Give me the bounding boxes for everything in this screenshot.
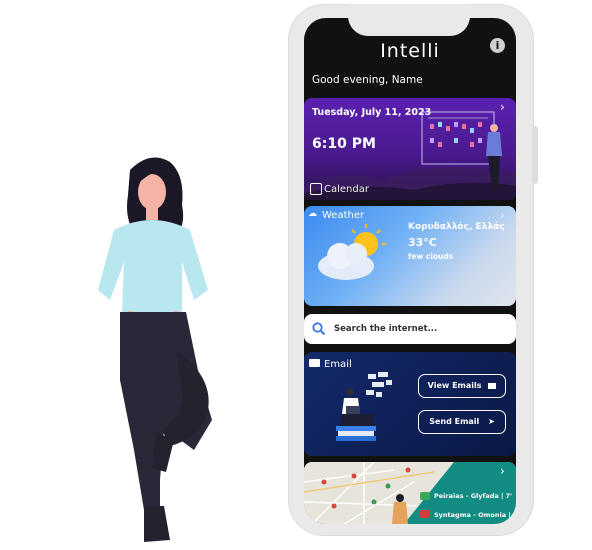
weather-description: few clouds xyxy=(408,252,454,261)
calendar-date: Tuesday, July 11, 2023 xyxy=(312,107,432,118)
send-email-button[interactable]: Send Email ➤ xyxy=(418,410,506,434)
chevron-right-icon[interactable]: › xyxy=(500,208,505,222)
mail-icon xyxy=(488,382,497,389)
send-email-label: Send Email xyxy=(429,417,480,426)
phone-notch xyxy=(348,4,470,36)
email-label: Email xyxy=(324,359,352,370)
weather-small-icon: ☁ xyxy=(308,209,317,219)
weather-temperature: 33°C xyxy=(408,236,437,249)
info-icon[interactable]: i xyxy=(490,38,505,53)
transit-map-card[interactable]: Peiraias - Glyfada | 7' Syntagma - Omoni… xyxy=(304,462,516,524)
weather-location: Κορυδαλλός, Ελλάς xyxy=(408,222,505,232)
calendar-icon xyxy=(310,183,322,195)
search-input[interactable]: Search the internet... xyxy=(334,324,437,334)
phone-side-button xyxy=(532,126,538,184)
calendar-time: 6:10 PM xyxy=(312,136,376,152)
woman-illustration xyxy=(98,157,212,542)
envelope-icon xyxy=(309,359,320,367)
search-bar[interactable]: Search the internet... xyxy=(304,314,516,344)
chevron-right-icon[interactable]: › xyxy=(500,464,505,478)
weather-label: Weather xyxy=(322,210,365,221)
calendar-label: Calendar xyxy=(324,184,369,195)
chevron-right-icon[interactable]: › xyxy=(500,100,505,114)
transit-route-1: Peiraias - Glyfada | 7' xyxy=(434,492,513,500)
phone-screen: Intelli i Good evening, Name Tuesday, Ju… xyxy=(304,18,516,524)
weather-card[interactable]: ☁ Weather Κορυδαλλός, Ελλάς 33°C few clo… xyxy=(304,206,516,306)
transit-route-2: Syntagma - Omonia | 25' xyxy=(434,511,516,519)
search-icon xyxy=(312,322,326,336)
app-title: Intelli xyxy=(380,40,440,62)
greeting-text: Good evening, Name xyxy=(312,74,423,86)
send-icon: ➤ xyxy=(488,417,495,426)
partly-cloudy-icon xyxy=(318,224,386,280)
view-emails-label: View Emails xyxy=(427,381,482,390)
view-emails-button[interactable]: View Emails xyxy=(418,374,506,398)
email-reader-illustration xyxy=(336,372,392,441)
email-card[interactable]: Email View Emails Send Email ➤ xyxy=(304,352,516,456)
calendar-card[interactable]: Tuesday, July 11, 2023 6:10 PM Calendar … xyxy=(304,98,516,200)
